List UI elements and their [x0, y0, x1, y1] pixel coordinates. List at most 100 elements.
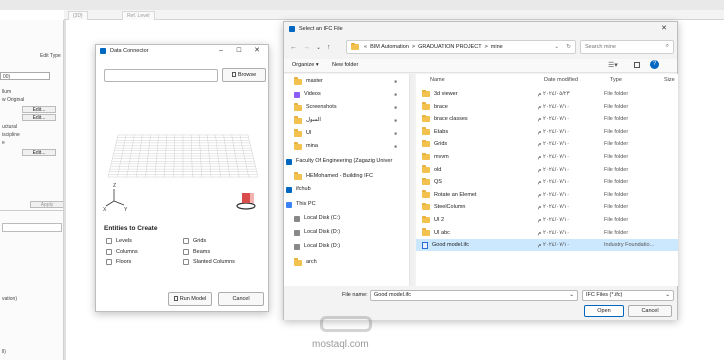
checkbox-columns[interactable]	[106, 249, 112, 255]
up-arrow-icon[interactable]: ↑	[327, 44, 331, 51]
file-row[interactable]: QS ٢٠٢٤/٠٧/١٠ م File folder	[416, 176, 678, 188]
refresh-icon[interactable]: ↻	[566, 41, 571, 53]
preview-pane-icon[interactable]	[634, 62, 640, 68]
nav-item[interactable]: UI ✱	[294, 128, 397, 139]
nav-item[interactable]: Screenshots ✱	[294, 102, 397, 113]
folder-icon	[422, 215, 430, 223]
file-row[interactable]: 3d viewer ٢٠٢٤/٠٥/٢٣ م File folder	[416, 88, 678, 100]
view-tab-3d[interactable]: {3D}	[68, 11, 88, 20]
checkbox-grids[interactable]	[183, 238, 189, 244]
nav-item[interactable]: Local Disk (D:)	[294, 241, 340, 252]
checkbox-label: Floors	[116, 259, 132, 265]
breadcrumb-overflow[interactable]: «	[364, 41, 367, 53]
file-row[interactable]: brace classes ٢٠٢٤/٠٧/١٠ م File folder	[416, 113, 678, 125]
column-header-date[interactable]: Date modified	[544, 74, 578, 86]
nav-item[interactable]: master ✱	[294, 76, 397, 87]
pin-icon[interactable]: ✱	[394, 141, 397, 152]
up-chevron-icon[interactable]: ⌄	[316, 44, 321, 51]
prop-edit-button[interactable]: Edit...	[22, 149, 56, 156]
cloud-icon	[286, 186, 292, 193]
axis-indicator	[105, 189, 125, 207]
browser-search[interactable]	[2, 223, 62, 232]
nav-item[interactable]: Videos ✱	[294, 89, 397, 100]
file-row[interactable]: brace ٢٠٢٤/٠٧/١٠ م File folder	[416, 101, 678, 113]
file-row[interactable]: old ٢٠٢٤/٠٧/١٠ م File folder	[416, 164, 678, 176]
file-row[interactable]: Rotate an Elemet ٢٠٢٤/٠٧/١٠ م File folder	[416, 189, 678, 201]
pin-icon[interactable]: ✱	[394, 76, 397, 87]
browse-button[interactable]: Browse	[222, 68, 266, 82]
nav-item[interactable]: Faculty Of Engineering (Zagazig Univer	[286, 156, 392, 167]
prop-edit-button[interactable]: Edit...	[22, 106, 56, 113]
view-options-icon[interactable]: ☰▾	[608, 61, 618, 69]
forward-arrow-icon[interactable]: →	[303, 44, 310, 51]
run-model-button[interactable]: Run Model	[168, 292, 212, 306]
file-name-input[interactable]: Good model.ifc ⌄	[370, 290, 578, 301]
minimize-icon[interactable]: –	[212, 45, 230, 57]
edit-type-button[interactable]: Edit Type	[38, 52, 63, 60]
file-date: ٢٠٢٤/٠٧/١٠ م	[538, 191, 570, 198]
file-row[interactable]: mvvm ٢٠٢٤/٠٧/١٠ م File folder	[416, 151, 678, 163]
nav-item-label: UI	[306, 130, 312, 136]
prop-edit-button[interactable]: Edit...	[22, 114, 56, 121]
nav-item[interactable]: Local Disk (D:)	[294, 227, 340, 238]
browser-row-label: vation)	[2, 296, 18, 302]
file-row[interactable]: UI 2 ٢٠٢٤/٠٧/١٠ م File folder	[416, 214, 678, 226]
column-header-name[interactable]: Name	[430, 74, 445, 86]
pin-icon[interactable]: ✱	[394, 89, 397, 100]
prop-row[interactable]: 00)	[0, 72, 50, 80]
nav-item[interactable]: ifchub	[286, 184, 311, 195]
dialog-icon	[289, 26, 295, 32]
ifc-path-field[interactable]	[104, 69, 218, 82]
cancel-button[interactable]: Cancel	[628, 305, 672, 317]
view-tab-ref-level[interactable]: Ref. Level	[122, 11, 155, 20]
apply-button[interactable]: Apply	[30, 201, 63, 208]
nav-item-label: master	[306, 78, 323, 84]
close-icon[interactable]: ✕	[655, 23, 673, 35]
column-header-size[interactable]: Size	[664, 74, 675, 86]
file-row[interactable]: Grids ٢٠٢٤/٠٧/١٠ م File folder	[416, 138, 678, 150]
maximize-icon[interactable]: ☐	[230, 45, 248, 57]
back-arrow-icon[interactable]: ←	[290, 44, 297, 51]
breadcrumb-item[interactable]: mine	[491, 41, 503, 53]
cancel-button[interactable]: Cancel	[218, 292, 264, 306]
pin-icon[interactable]: ✱	[394, 115, 397, 126]
prop-edit-label: Edit...	[32, 115, 46, 121]
chevron-down-icon[interactable]: ⌄	[665, 291, 670, 300]
search-input-field[interactable]	[581, 41, 661, 52]
file-dialog-window: Select an IFC File ✕ ← → ⌄ ↑ « BIM Autom…	[283, 21, 678, 320]
panel-divider	[0, 210, 63, 211]
file-row[interactable]: UI abc ٢٠٢٤/٠٧/١٠ م File folder	[416, 227, 678, 239]
nav-item[interactable]: mina ✱	[294, 141, 397, 152]
nav-item[interactable]: HEMohamed - Building IFC	[294, 171, 373, 182]
checkbox-beams[interactable]	[183, 249, 189, 255]
search-input[interactable]: ⌕	[580, 40, 674, 54]
checkbox-slanted-columns[interactable]	[183, 259, 189, 265]
checkbox-floors[interactable]	[106, 259, 112, 265]
breadcrumb-item[interactable]: GRADUATION PROJECT	[418, 41, 481, 53]
nav-item[interactable]: arch	[294, 257, 317, 268]
chevron-down-icon[interactable]: ⌄	[554, 41, 559, 53]
checkbox-levels[interactable]	[106, 238, 112, 244]
open-button[interactable]: Open	[584, 305, 624, 317]
nav-item-label: ifchub	[296, 186, 311, 192]
new-folder-button[interactable]: New folder	[332, 62, 358, 68]
file-name-text: Good model.ifc	[432, 242, 469, 249]
help-icon[interactable]: ?	[650, 60, 659, 69]
chevron-down-icon[interactable]: ⌄	[569, 291, 574, 300]
file-type-select[interactable]: IFC Files (*.ifc) ⌄	[582, 290, 674, 301]
file-row[interactable]: Etabs ٢٠٢٤/٠٧/١٠ م File folder	[416, 126, 678, 138]
breadcrumb-item[interactable]: BIM Automation	[370, 41, 409, 53]
close-icon[interactable]: ✕	[248, 45, 266, 57]
column-header-type[interactable]: Type	[610, 74, 622, 86]
pin-icon[interactable]: ✱	[394, 102, 397, 113]
pin-icon[interactable]: ✱	[394, 128, 397, 139]
nav-item[interactable]: This PC	[286, 199, 316, 210]
organize-menu[interactable]: Organize ▾	[292, 62, 319, 68]
address-bar[interactable]: « BIM Automation > GRADUATION PROJECT > …	[346, 40, 576, 54]
nav-item[interactable]: Local Disk (C:)	[294, 213, 340, 224]
file-row[interactable]: SteelColumn ٢٠٢٤/٠٧/١٠ م File folder	[416, 201, 678, 213]
file-row[interactable]: Good model.ifc ٢٠٢٤/٠٧/١٠ م Industry Found…	[416, 239, 678, 252]
window-title: Data Connector	[110, 48, 149, 54]
nav-item[interactable]: السول ✱	[294, 115, 397, 126]
nav-scrollbar[interactable]	[410, 74, 414, 286]
